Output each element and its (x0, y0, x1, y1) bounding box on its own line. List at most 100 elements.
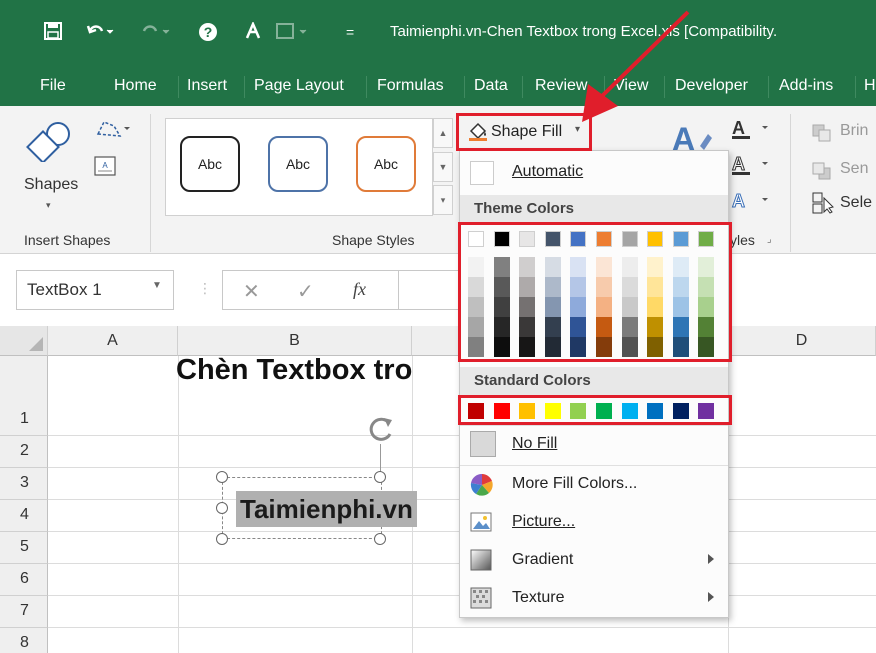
row-header-5[interactable]: 5 (0, 532, 48, 564)
resize-handle-top-right[interactable] (374, 471, 386, 483)
gradient-submenu-arrow-icon (708, 554, 714, 564)
shape-style-3[interactable]: Abc (356, 136, 416, 192)
gallery-scroll-up[interactable]: ▲ (433, 118, 453, 148)
texture-icon (470, 587, 492, 612)
row-header-8[interactable]: 8 (0, 628, 48, 653)
ribbon-tabs: File Home Insert Page Layout Formulas Da… (0, 68, 876, 106)
font-color-qat-icon[interactable] (244, 20, 262, 44)
resize-handle-bottom-right[interactable] (374, 533, 386, 545)
resize-handle-bottom-left[interactable] (216, 533, 228, 545)
tab-insert[interactable]: Insert (187, 77, 227, 95)
select-all-corner[interactable] (0, 326, 48, 356)
gradient-label: Gradient (512, 551, 574, 568)
gradient-option[interactable]: Gradient (460, 543, 728, 579)
picture-option[interactable]: Picture... (460, 505, 728, 541)
picture-label: Picture... (512, 513, 576, 530)
name-box-dropdown-icon[interactable]: ▼ (152, 280, 162, 291)
insert-function-button[interactable]: fx (353, 279, 366, 300)
tab-home[interactable]: Home (114, 77, 157, 95)
svg-text:?: ? (204, 24, 213, 40)
resize-handle-top-left[interactable] (216, 471, 228, 483)
tab-help-partial[interactable]: H (864, 77, 876, 95)
column-header-d[interactable]: D (728, 326, 876, 356)
tab-file[interactable]: File (40, 77, 66, 95)
row-header-1[interactable]: 1 (0, 356, 48, 436)
rotation-handle-icon[interactable] (364, 414, 398, 447)
theme-colors-heading: Theme Colors (460, 195, 728, 223)
column-header-b[interactable]: B (178, 326, 412, 356)
title-bar: ? = Taimienphi.vn-Chen Textbox trong Exc… (0, 0, 876, 68)
text-fill-icon[interactable]: A (730, 118, 774, 143)
enter-icon[interactable]: ✓ (297, 279, 314, 304)
highlight-standard-colors (458, 395, 732, 425)
gallery-more[interactable]: ▾ (433, 185, 453, 215)
more-fill-colors-option[interactable]: More Fill Colors... (460, 467, 728, 503)
automatic-option[interactable]: Automatic (460, 155, 728, 191)
row-header-6[interactable]: 6 (0, 564, 48, 596)
row-header-4[interactable]: 4 (0, 500, 48, 532)
undo-icon[interactable] (86, 22, 114, 44)
row-header-3[interactable]: 3 (0, 468, 48, 500)
tab-add-ins[interactable]: Add-ins (779, 77, 833, 95)
wordart-dialog-launcher-icon[interactable]: ⌟ (767, 234, 772, 245)
name-box[interactable]: TextBox 1 (16, 270, 174, 310)
worksheet-grid: A B D 1 2 3 4 5 6 7 8 Chèn Textbox tro T… (0, 326, 876, 653)
svg-text:A: A (732, 118, 745, 138)
standard-colors-heading: Standard Colors (460, 367, 728, 395)
texture-option[interactable]: Texture (460, 581, 728, 617)
formula-bar: TextBox 1 ▼ ⋮ ✕ ✓ fx (0, 254, 876, 326)
ribbon: Shapes ▾ A Insert Shapes Abc Abc Abc ▲ ▼… (0, 106, 876, 254)
customize-qat-icon[interactable]: = (346, 22, 354, 42)
text-box-icon[interactable]: A (94, 156, 116, 179)
selection-pane-icon[interactable] (812, 192, 834, 217)
more-fill-colors-label: More Fill Colors... (512, 475, 638, 492)
texture-submenu-arrow-icon (708, 592, 714, 602)
shape-style-2[interactable]: Abc (268, 136, 328, 192)
shape-style-1[interactable]: Abc (180, 136, 240, 192)
tab-data[interactable]: Data (474, 77, 508, 95)
tab-formulas[interactable]: Formulas (377, 77, 444, 95)
shapes-button-label[interactable]: Shapes (24, 176, 78, 194)
resize-handle-middle-left[interactable] (216, 502, 228, 514)
selection-pane-label[interactable]: Sele (840, 194, 872, 212)
svg-text:A: A (732, 154, 745, 174)
redo-icon[interactable] (142, 22, 170, 44)
textbox-content[interactable]: Taimienphi.vn (236, 491, 417, 527)
shape-fill-menu: Automatic Theme Colors Standard Colors N… (459, 150, 729, 618)
no-fill-option[interactable]: No Fill (460, 427, 728, 463)
gallery-scroll-down[interactable]: ▼ (433, 152, 453, 182)
help-icon[interactable]: ? (198, 22, 218, 46)
no-fill-swatch (470, 431, 496, 457)
shapes-dropdown-icon[interactable]: ▾ (46, 200, 51, 211)
shape-styles-group-label: Shape Styles (332, 232, 415, 248)
column-header-a[interactable]: A (48, 326, 178, 356)
formula-bar-grip-icon: ⋮ (198, 280, 212, 296)
tab-page-layout[interactable]: Page Layout (254, 77, 344, 95)
automatic-swatch (470, 161, 494, 185)
edit-shape-icon[interactable] (94, 118, 130, 143)
gradient-icon (470, 549, 492, 574)
save-icon[interactable] (44, 22, 62, 44)
highlight-theme-colors (458, 222, 732, 362)
row-header-2[interactable]: 2 (0, 436, 48, 468)
row-header-7[interactable]: 7 (0, 596, 48, 628)
automatic-label: Automatic (512, 163, 584, 180)
insert-shapes-group-label: Insert Shapes (24, 232, 111, 248)
svg-text:A: A (102, 161, 108, 170)
svg-text:A: A (732, 191, 745, 211)
send-backward-icon[interactable] (812, 162, 832, 183)
picture-icon (470, 511, 492, 536)
text-effects-icon[interactable]: A (730, 190, 774, 215)
texture-label: Texture (512, 589, 565, 606)
column-header-c-partial[interactable] (412, 326, 460, 356)
annotation-arrow-icon (582, 10, 690, 122)
send-backward-label[interactable]: Sen (840, 160, 868, 178)
shapes-icon[interactable] (26, 120, 78, 165)
form-icon[interactable] (276, 22, 308, 44)
sheet-title-cell[interactable]: Chèn Textbox tro (176, 354, 412, 387)
cancel-icon[interactable]: ✕ (243, 279, 260, 304)
text-outline-icon[interactable]: A (730, 154, 774, 179)
bring-forward-label[interactable]: Brin (840, 122, 868, 140)
bring-forward-icon[interactable] (812, 124, 832, 145)
no-fill-label: No Fill (512, 435, 558, 452)
